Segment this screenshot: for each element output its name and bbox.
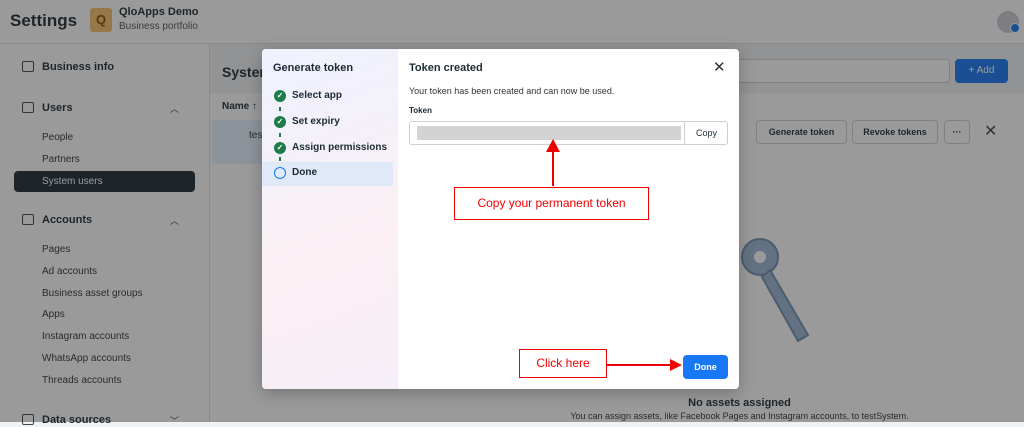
arrow-right-head-icon (670, 359, 682, 371)
callout-click-here: Click here (519, 349, 607, 378)
callout-copy-token: Copy your permanent token (454, 187, 649, 220)
arrow-up-head-icon (546, 139, 560, 152)
